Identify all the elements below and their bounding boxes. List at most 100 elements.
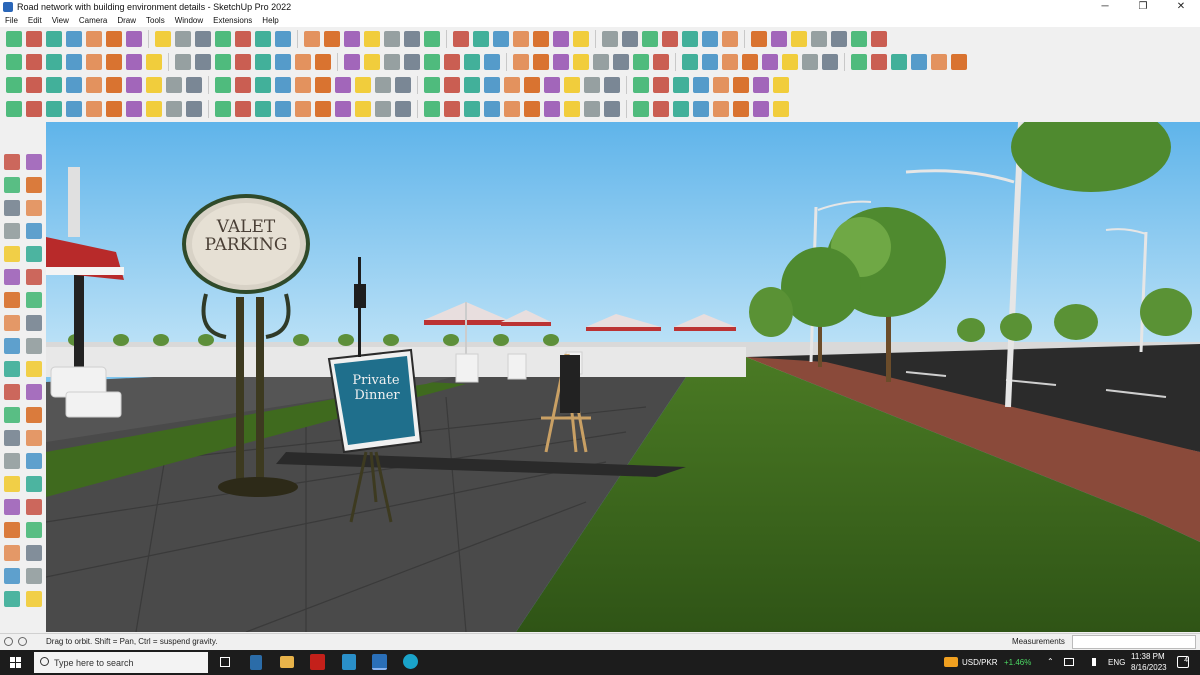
standard-tool-icon[interactable] [424, 31, 440, 47]
sandbox-tool-icon[interactable] [355, 77, 371, 93]
sandbox-tool-icon[interactable] [733, 77, 749, 93]
standard-tool-icon[interactable] [404, 31, 420, 47]
notification-icon[interactable]: 4 [1177, 656, 1189, 668]
standard-tool-icon[interactable] [751, 31, 767, 47]
menu-help[interactable]: Help [257, 16, 283, 25]
profile-tool-icon[interactable] [166, 101, 182, 117]
standard-tool-icon[interactable] [791, 31, 807, 47]
standard-tool-icon[interactable] [533, 31, 549, 47]
left-palette-tool-icon[interactable] [4, 246, 20, 262]
extension-tool-icon[interactable] [722, 54, 738, 70]
left-palette-tool-icon[interactable] [4, 407, 20, 423]
profile-tool-icon[interactable] [424, 101, 440, 117]
sandbox-tool-icon[interactable] [375, 77, 391, 93]
left-palette-tool-icon[interactable] [26, 292, 42, 308]
maximize-button[interactable]: ❐ [1124, 0, 1162, 14]
menu-extensions[interactable]: Extensions [208, 16, 257, 25]
standard-tool-icon[interactable] [642, 31, 658, 47]
profile-tool-icon[interactable] [355, 101, 371, 117]
standard-tool-icon[interactable] [602, 31, 618, 47]
sandbox-tool-icon[interactable] [295, 77, 311, 93]
standard-tool-icon[interactable] [195, 31, 211, 47]
sandbox-tool-icon[interactable] [653, 77, 669, 93]
profile-tool-icon[interactable] [673, 101, 689, 117]
extension-tool-icon[interactable] [404, 54, 420, 70]
extension-tool-icon[interactable] [295, 54, 311, 70]
sandbox-tool-icon[interactable] [504, 77, 520, 93]
profile-tool-icon[interactable] [773, 101, 789, 117]
network-icon[interactable] [1064, 658, 1074, 666]
left-palette-tool-icon[interactable] [4, 476, 20, 492]
profile-tool-icon[interactable] [375, 101, 391, 117]
extension-tool-icon[interactable] [553, 54, 569, 70]
sandbox-tool-icon[interactable] [255, 77, 271, 93]
profile-tool-icon[interactable] [564, 101, 580, 117]
standard-tool-icon[interactable] [622, 31, 638, 47]
extension-tool-icon[interactable] [742, 54, 758, 70]
standard-tool-icon[interactable] [811, 31, 827, 47]
extension-tool-icon[interactable] [573, 54, 589, 70]
extension-tool-icon[interactable] [215, 54, 231, 70]
left-palette-tool-icon[interactable] [26, 430, 42, 446]
profile-tool-icon[interactable] [215, 101, 231, 117]
extension-tool-icon[interactable] [255, 54, 271, 70]
left-palette-tool-icon[interactable] [26, 338, 42, 354]
left-palette-tool-icon[interactable] [26, 177, 42, 193]
left-palette-tool-icon[interactable] [26, 384, 42, 400]
extension-tool-icon[interactable] [682, 54, 698, 70]
standard-tool-icon[interactable] [573, 31, 589, 47]
extension-tool-icon[interactable] [424, 54, 440, 70]
extension-tool-icon[interactable] [613, 54, 629, 70]
standard-tool-icon[interactable] [682, 31, 698, 47]
standard-tool-icon[interactable] [155, 31, 171, 47]
left-palette-tool-icon[interactable] [26, 200, 42, 216]
extension-tool-icon[interactable] [195, 54, 211, 70]
left-palette-tool-icon[interactable] [26, 568, 42, 584]
standard-tool-icon[interactable] [275, 31, 291, 47]
extension-tool-icon[interactable] [235, 54, 251, 70]
profile-tool-icon[interactable] [693, 101, 709, 117]
extension-tool-icon[interactable] [653, 54, 669, 70]
chevron-up-icon[interactable]: ⌃ [1047, 657, 1054, 666]
sandbox-tool-icon[interactable] [444, 77, 460, 93]
close-button[interactable]: ✕ [1162, 0, 1200, 14]
standard-tool-icon[interactable] [46, 31, 62, 47]
extension-tool-icon[interactable] [344, 54, 360, 70]
standard-tool-icon[interactable] [871, 31, 887, 47]
menu-view[interactable]: View [47, 16, 74, 25]
standard-tool-icon[interactable] [473, 31, 489, 47]
left-palette-tool-icon[interactable] [4, 177, 20, 193]
menu-window[interactable]: Window [170, 16, 208, 25]
extension-tool-icon[interactable] [802, 54, 818, 70]
standard-tool-icon[interactable] [126, 31, 142, 47]
minimize-button[interactable]: ─ [1086, 0, 1124, 14]
sandbox-tool-icon[interactable] [544, 77, 560, 93]
standard-tool-icon[interactable] [255, 31, 271, 47]
menu-file[interactable]: File [0, 16, 23, 25]
profile-tool-icon[interactable] [86, 101, 102, 117]
standard-tool-icon[interactable] [771, 31, 787, 47]
sandbox-tool-icon[interactable] [146, 77, 162, 93]
left-palette-tool-icon[interactable] [26, 269, 42, 285]
extension-tool-icon[interactable] [364, 54, 380, 70]
profile-tool-icon[interactable] [295, 101, 311, 117]
sandbox-tool-icon[interactable] [215, 77, 231, 93]
profile-tool-icon[interactable] [444, 101, 460, 117]
standard-tool-icon[interactable] [553, 31, 569, 47]
left-palette-tool-icon[interactable] [4, 292, 20, 308]
sandbox-tool-icon[interactable] [86, 77, 102, 93]
menu-edit[interactable]: Edit [23, 16, 47, 25]
left-palette-tool-icon[interactable] [26, 154, 42, 170]
standard-tool-icon[interactable] [513, 31, 529, 47]
extension-tool-icon[interactable] [444, 54, 460, 70]
extension-tool-icon[interactable] [871, 54, 887, 70]
standard-tool-icon[interactable] [26, 31, 42, 47]
standard-tool-icon[interactable] [324, 31, 340, 47]
standard-tool-icon[interactable] [662, 31, 678, 47]
user-icon[interactable] [18, 637, 27, 646]
left-palette-tool-icon[interactable] [4, 568, 20, 584]
left-palette-tool-icon[interactable] [4, 499, 20, 515]
sandbox-tool-icon[interactable] [713, 77, 729, 93]
extension-tool-icon[interactable] [126, 54, 142, 70]
standard-tool-icon[interactable] [722, 31, 738, 47]
